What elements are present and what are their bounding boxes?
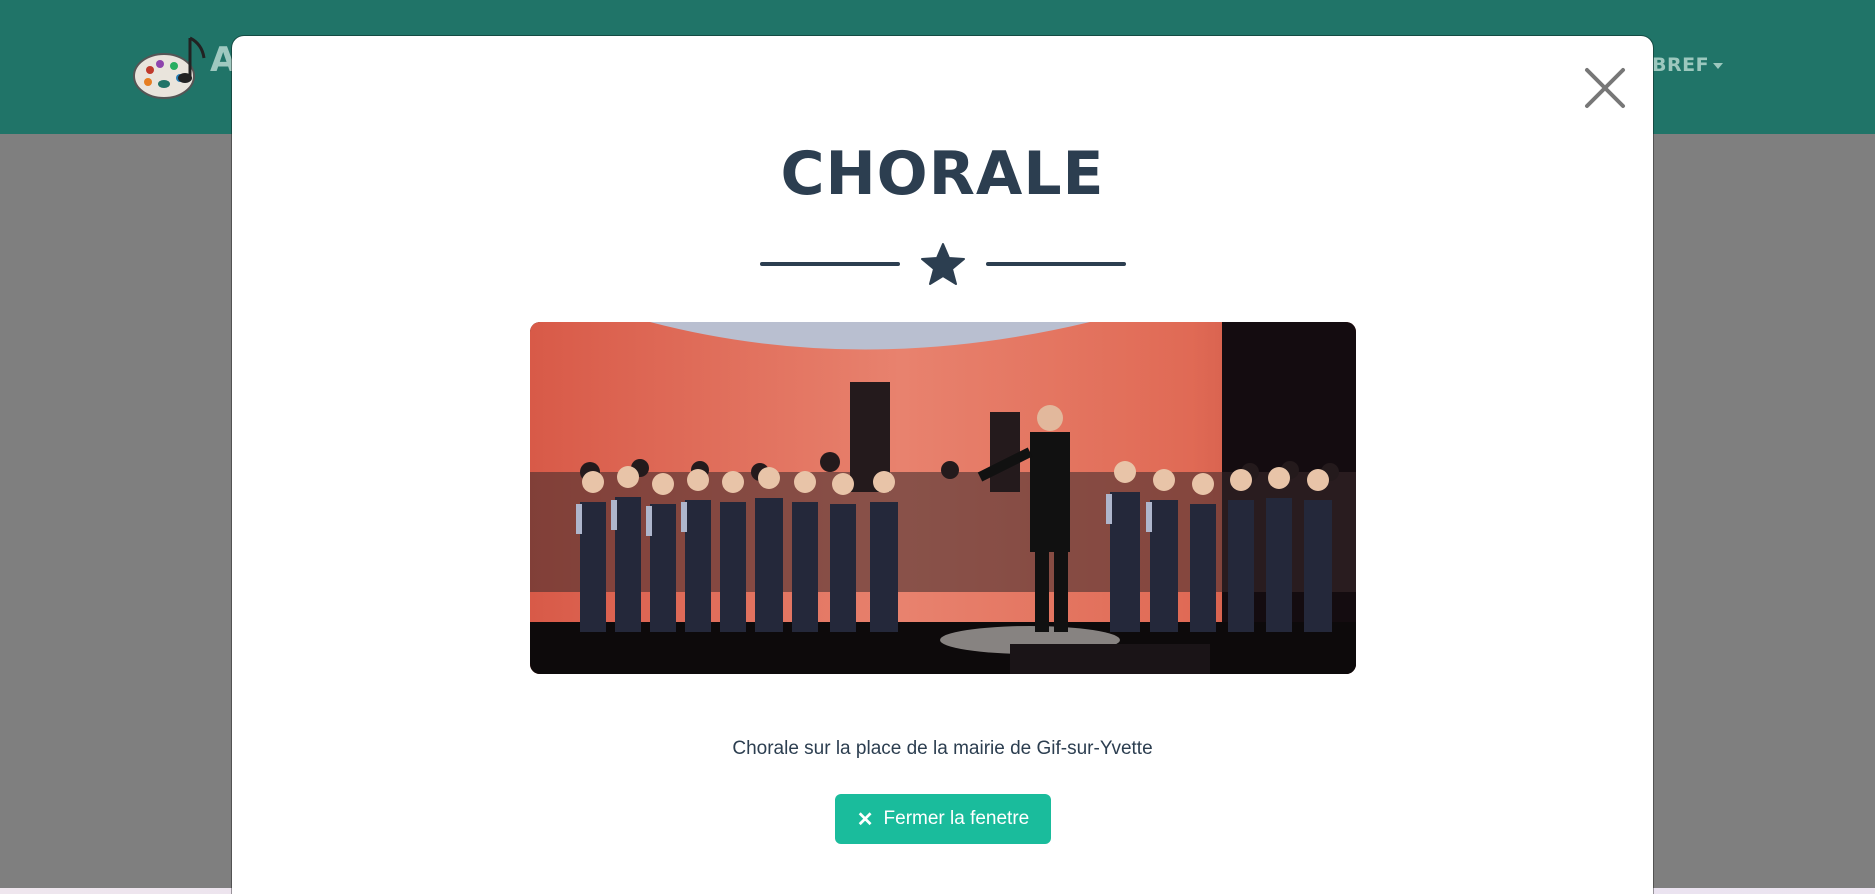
nav-dropdown-menu[interactable]: BREF — [1652, 54, 1724, 76]
photo-caption: Chorale sur la place de la mairie de Gif… — [732, 738, 1153, 759]
portfolio-modal: CHORALE Chorale sur la place de la mairi… — [232, 36, 1653, 894]
palette-music-logo-icon[interactable] — [130, 32, 210, 102]
close-window-button[interactable]: ✕ Fermer la fenetre — [835, 794, 1051, 844]
nav-dropdown-label: BREF — [1652, 54, 1710, 76]
close-x-icon[interactable] — [1581, 64, 1629, 112]
choir-photo — [530, 322, 1356, 674]
times-icon: ✕ — [856, 808, 874, 831]
modal-title: CHORALE — [780, 139, 1105, 209]
title-divider — [760, 240, 1126, 288]
divider-line-right — [986, 262, 1126, 266]
star-icon — [921, 243, 965, 285]
divider-line-left — [760, 262, 900, 266]
close-window-button-label: Fermer la fenetre — [883, 808, 1030, 829]
caret-down-icon — [1713, 62, 1724, 69]
